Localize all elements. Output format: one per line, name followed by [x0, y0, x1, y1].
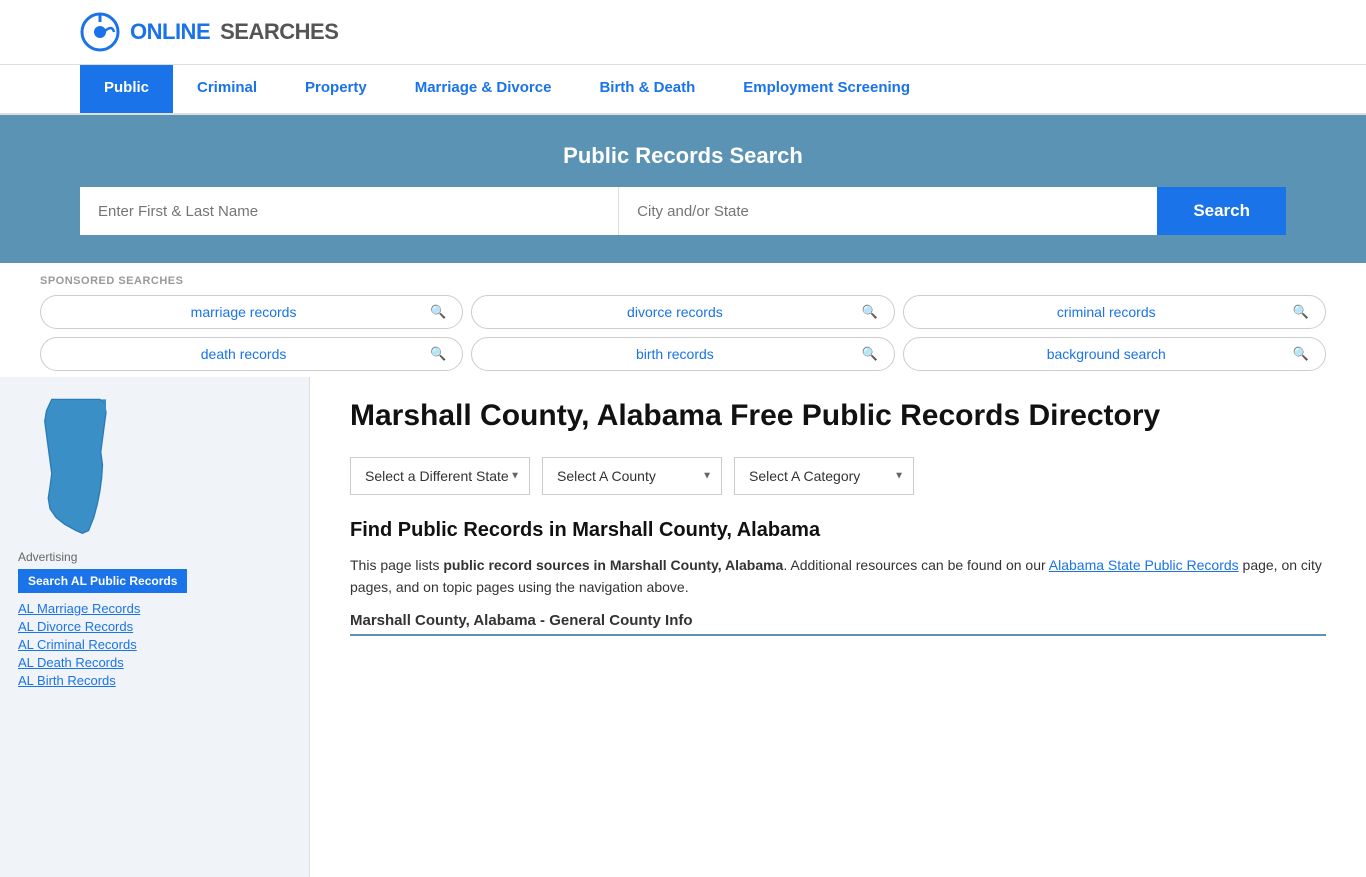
nav-item-property[interactable]: Property	[281, 65, 391, 113]
county-dropdown-wrapper: Select A County	[542, 457, 722, 495]
right-content: Marshall County, Alabama Free Public Rec…	[310, 377, 1366, 877]
search-form: Search	[80, 187, 1286, 235]
search-button[interactable]: Search	[1157, 187, 1286, 235]
advertising-label: Advertising	[18, 550, 291, 564]
sponsored-pill-criminal[interactable]: criminal records 🔍	[903, 295, 1326, 329]
sponsored-section: SPONSORED SEARCHES marriage records 🔍 di…	[0, 263, 1366, 377]
state-dropdown[interactable]: Select a Different State	[350, 457, 530, 495]
alabama-map-icon	[18, 395, 138, 535]
category-dropdown[interactable]: Select A Category	[734, 457, 914, 495]
nav-item-criminal[interactable]: Criminal	[173, 65, 281, 113]
sidebar-link-marriage[interactable]: AL Marriage Records	[18, 601, 291, 616]
sponsored-pill-birth[interactable]: birth records 🔍	[471, 337, 894, 371]
search-icon-criminal: 🔍	[1293, 304, 1309, 320]
find-desc-link[interactable]: Alabama State Public Records	[1049, 557, 1239, 573]
sponsored-pill-marriage[interactable]: marriage records 🔍	[40, 295, 463, 329]
find-desc-bold: public record sources in Marshall County…	[443, 557, 783, 573]
logo-text-online: ONLINE	[130, 19, 210, 45]
find-desc-part1: This page lists	[350, 557, 443, 573]
sponsored-pill-background[interactable]: background search 🔍	[903, 337, 1326, 371]
find-title: Find Public Records in Marshall County, …	[350, 519, 1326, 542]
dropdowns-row: Select a Different State Select A County…	[350, 457, 1326, 495]
find-description: This page lists public record sources in…	[350, 554, 1326, 599]
sidebar-links: AL Marriage Records AL Divorce Records A…	[18, 601, 291, 688]
state-dropdown-wrapper: Select a Different State	[350, 457, 530, 495]
sidebar-link-criminal[interactable]: AL Criminal Records	[18, 637, 291, 652]
sponsored-label: SPONSORED SEARCHES	[40, 275, 1326, 287]
search-icon-divorce: 🔍	[861, 304, 877, 320]
header: ONLINE SEARCHES	[0, 0, 1366, 65]
search-icon-death: 🔍	[430, 346, 446, 362]
county-dropdown[interactable]: Select A County	[542, 457, 722, 495]
main-nav: Public Criminal Property Marriage & Divo…	[0, 65, 1366, 115]
search-banner: Public Records Search Search	[0, 115, 1366, 263]
sidebar-link-death[interactable]: AL Death Records	[18, 655, 291, 670]
logo-text-searches: SEARCHES	[220, 19, 338, 45]
state-image	[18, 395, 291, 538]
county-info-title: Marshall County, Alabama - General Count…	[350, 612, 1326, 636]
name-input[interactable]	[80, 187, 619, 235]
search-banner-title: Public Records Search	[80, 143, 1286, 169]
sponsored-pill-divorce[interactable]: divorce records 🔍	[471, 295, 894, 329]
nav-item-public[interactable]: Public	[80, 65, 173, 113]
ad-banner[interactable]: Search AL Public Records	[18, 569, 187, 593]
directory-title: Marshall County, Alabama Free Public Rec…	[350, 397, 1326, 435]
nav-item-marriage-divorce[interactable]: Marriage & Divorce	[391, 65, 576, 113]
search-icon-birth: 🔍	[861, 346, 877, 362]
sidebar: Advertising Search AL Public Records AL …	[0, 377, 310, 877]
nav-item-birth-death[interactable]: Birth & Death	[575, 65, 719, 113]
location-input[interactable]	[619, 187, 1157, 235]
sponsored-grid: marriage records 🔍 divorce records 🔍 cri…	[40, 295, 1326, 371]
main-content: Advertising Search AL Public Records AL …	[0, 377, 1366, 877]
find-desc-part2: . Additional resources can be found on o…	[783, 557, 1048, 573]
sponsored-pill-death[interactable]: death records 🔍	[40, 337, 463, 371]
sidebar-link-birth[interactable]: AL Birth Records	[18, 673, 291, 688]
logo: ONLINE SEARCHES	[80, 12, 338, 52]
sidebar-link-divorce[interactable]: AL Divorce Records	[18, 619, 291, 634]
search-icon-marriage: 🔍	[430, 304, 446, 320]
nav-item-employment[interactable]: Employment Screening	[719, 65, 934, 113]
logo-icon	[80, 12, 120, 52]
category-dropdown-wrapper: Select A Category	[734, 457, 914, 495]
search-icon-background: 🔍	[1293, 346, 1309, 362]
